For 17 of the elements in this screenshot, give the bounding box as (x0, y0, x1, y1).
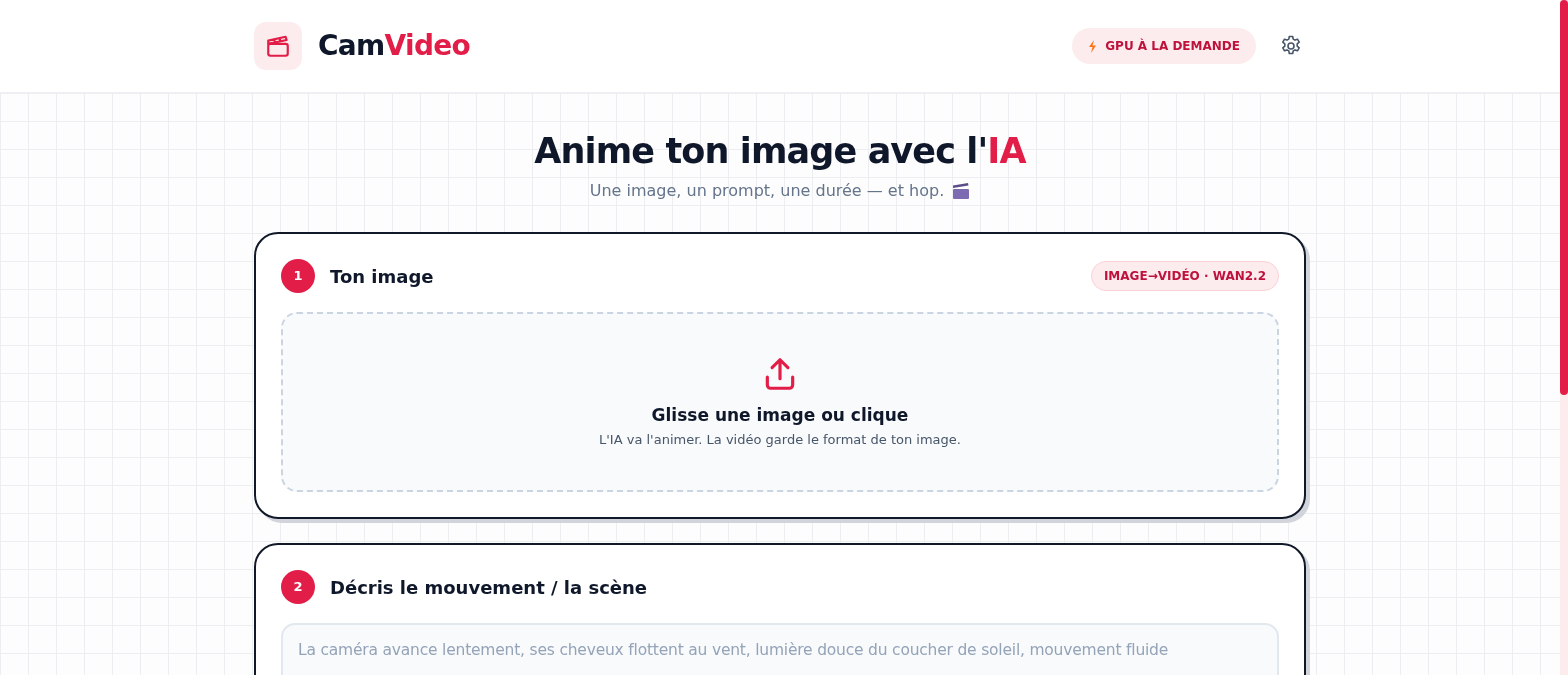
step-number: 1 (281, 259, 315, 293)
model-tag: IMAGE→VIDÉO · WAN2.2 (1090, 261, 1279, 291)
step-title: Ton image (330, 264, 434, 289)
image-dropzone[interactable]: Glisse une image ou clique L'IA va l'animer. La vidéo garde le format de ton image. (281, 312, 1279, 492)
prompt-field[interactable]: La caméra avance lentement, ses cheveux flottent au vent, lumière douce du coucher de soleil, mouvement fluide (281, 623, 1279, 675)
dropzone-hint: L'IA va l'animer. La vidéo garde le format de ton image. (599, 431, 961, 449)
scrollbar-thumb[interactable] (1560, 0, 1568, 395)
dropzone-title: Glisse une image ou clique (651, 403, 909, 427)
clapperboard-icon (952, 182, 971, 200)
lightning-icon (1088, 39, 1098, 53)
clapperboard-icon (265, 33, 291, 59)
brand-name: CamVideo (318, 28, 471, 64)
page-title: Anime ton image avec l'IA (534, 130, 1026, 173)
gpu-badge: GPU À LA DEMANDE (1072, 28, 1256, 64)
page-subtitle: Une image, un prompt, une durée — et hop. (589, 180, 945, 202)
step-title: Décris le mouvement / la scène (330, 575, 648, 600)
step-number: 2 (281, 570, 315, 604)
